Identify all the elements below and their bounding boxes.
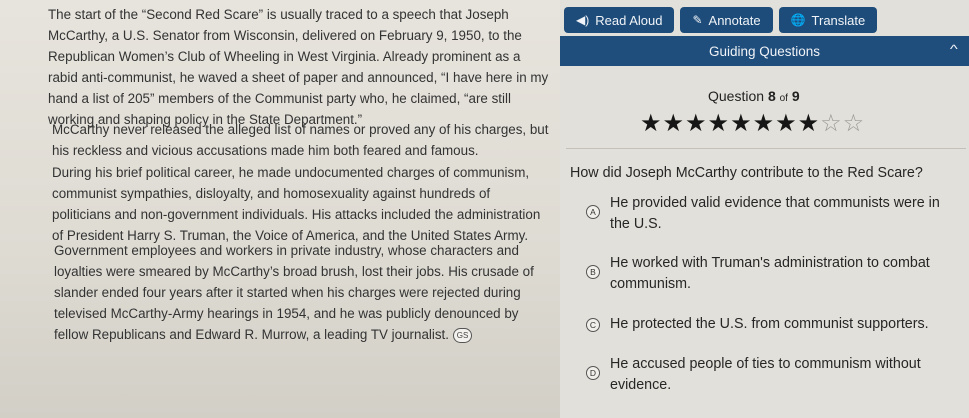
progress-stars: ★ ★ ★ ★ ★ ★ ★ ★ ☆ ☆: [640, 112, 864, 136]
question-total: 9: [791, 88, 800, 104]
pencil-icon: ✎: [692, 13, 703, 27]
option-letter: D: [586, 366, 600, 380]
answer-option-c[interactable]: C He protected the U.S. from communist s…: [586, 314, 961, 335]
toolbar: ◀) Read Aloud ✎ Annotate 🌐 Translate: [560, 6, 969, 34]
star-empty-icon: ☆: [842, 110, 865, 137]
star-filled-icon: ★: [640, 110, 662, 137]
reading-passage: The start of the “Second Red Scare” is u…: [42, 0, 557, 418]
annotate-label: Annotate: [708, 12, 761, 28]
star-filled-icon: ★: [685, 110, 707, 137]
passage-paragraph-1: The start of the “Second Red Scare” is u…: [48, 7, 549, 127]
option-letter: B: [586, 265, 600, 279]
passage-paragraph-3: During his brief political career, he ma…: [52, 165, 541, 243]
star-filled-icon: ★: [662, 110, 685, 137]
star-filled-icon: ★: [775, 110, 797, 137]
passage-paragraph-2: McCarthy never released the alleged list…: [52, 122, 549, 158]
guiding-questions-label: Guiding Questions: [708, 43, 821, 59]
option-letter: A: [586, 205, 600, 219]
question-of: of: [779, 93, 788, 104]
star-filled-icon: ★: [707, 110, 730, 137]
speaker-icon: ◀): [576, 13, 590, 27]
answer-option-b[interactable]: B He worked with Truman's administration…: [586, 253, 961, 295]
star-filled-icon: ★: [752, 110, 775, 137]
passage-paragraph-4: Government employees and workers in priv…: [54, 240, 554, 345]
divider: [566, 148, 966, 149]
question-label: Question: [708, 88, 765, 104]
star-filled-icon: ★: [797, 110, 820, 137]
option-text: He accused people of ties to communism w…: [610, 356, 921, 393]
question-counter: Question 8 of 9: [708, 88, 800, 104]
footnote-marker[interactable]: GS: [452, 327, 473, 343]
question-panel: ◀) Read Aloud ✎ Annotate 🌐 Translate Gui…: [560, 0, 969, 418]
option-text: He provided valid evidence that communis…: [610, 195, 940, 232]
star-filled-icon: ★: [730, 110, 752, 137]
translate-label: Translate: [811, 12, 866, 28]
answer-option-d[interactable]: D He accused people of ties to communism…: [586, 354, 961, 396]
globe-icon: 🌐: [790, 13, 806, 27]
read-aloud-label: Read Aloud: [595, 12, 663, 28]
answer-option-a[interactable]: A He provided valid evidence that commun…: [586, 193, 961, 235]
guiding-questions-header[interactable]: Guiding Questions ^: [560, 36, 969, 66]
translate-button[interactable]: 🌐 Translate: [778, 7, 878, 33]
read-aloud-button[interactable]: ◀) Read Aloud: [564, 7, 675, 33]
option-text: He worked with Truman's administration t…: [610, 255, 930, 292]
option-text: He protected the U.S. from communist sup…: [610, 316, 929, 332]
question-current: 8: [767, 88, 776, 104]
option-letter: C: [586, 318, 600, 332]
annotate-button[interactable]: ✎ Annotate: [680, 7, 773, 33]
star-empty-icon: ☆: [820, 110, 842, 137]
question-text: How did Joseph McCarthy contribute to th…: [570, 165, 923, 181]
screen: The start of the “Second Red Scare” is u…: [0, 0, 969, 418]
chevron-up-icon[interactable]: ^: [950, 42, 958, 56]
